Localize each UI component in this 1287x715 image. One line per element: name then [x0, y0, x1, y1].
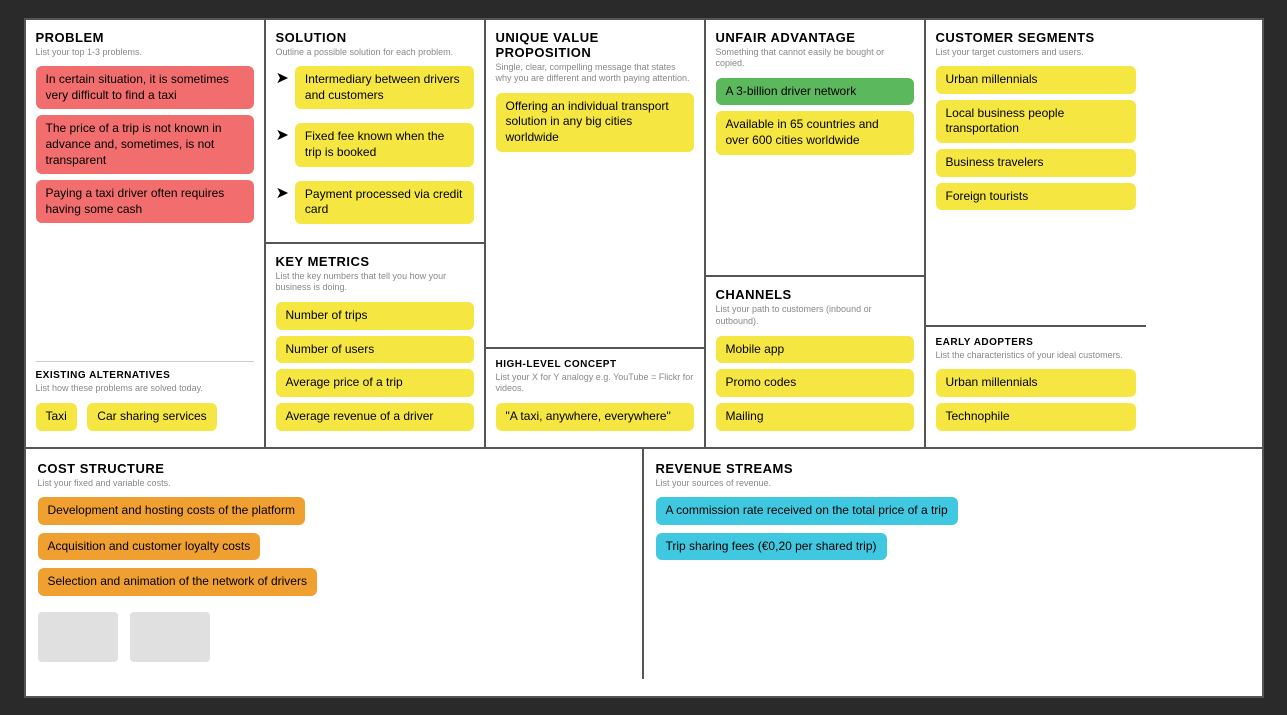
uvp-subtitle: Single, clear, compelling message that s…: [496, 62, 694, 85]
solution-title: SOLUTION: [276, 30, 474, 45]
problem-tag-1: In certain situation, it is sometimes ve…: [36, 66, 254, 109]
revenue-tag-1: A commission rate received on the total …: [656, 497, 958, 525]
revenue-tag-2: Trip sharing fees (€0,20 per shared trip…: [656, 533, 887, 561]
alternative-tag-2: Car sharing services: [87, 403, 216, 431]
uvp-title: UNIQUE VALUE PROPOSITION: [496, 30, 694, 60]
uvp-tag: Offering an individual transport solutio…: [496, 93, 694, 152]
segment-tag-2: Local business people transportation: [936, 100, 1136, 143]
high-level-concept-tag: "A taxi, anywhere, everywhere": [496, 403, 694, 431]
revenue-streams-title: REVENUE STREAMS: [656, 461, 1250, 476]
cost-structure-subtitle: List your fixed and variable costs.: [38, 478, 630, 490]
unfair-title: UNFAIR ADVANTAGE: [716, 30, 914, 45]
channel-tag-1: Mobile app: [716, 336, 914, 364]
segment-tag-4: Foreign tourists: [936, 183, 1136, 211]
high-level-concept-subtitle: List your X for Y analogy e.g. YouTube =…: [496, 372, 694, 395]
channel-tag-3: Mailing: [716, 403, 914, 431]
metric-tag-2: Number of users: [276, 336, 474, 364]
problem-tag-2: The price of a trip is not known in adva…: [36, 115, 254, 174]
problem-tag-3: Paying a taxi driver often requires havi…: [36, 180, 254, 223]
channel-tag-2: Promo codes: [716, 369, 914, 397]
unfair-tag-green: A 3-billion driver network: [716, 78, 914, 106]
key-metrics-subtitle: List the key numbers that tell you how y…: [276, 271, 474, 294]
revenue-streams-cell: REVENUE STREAMS List your sources of rev…: [644, 449, 1262, 679]
channels-subtitle: List your path to customers (inbound or …: [716, 304, 914, 327]
cost-tag-3: Selection and animation of the network o…: [38, 568, 317, 596]
uvp-cell: UNIQUE VALUE PROPOSITION Single, clear, …: [486, 20, 706, 447]
channels-title: CHANNELS: [716, 287, 914, 302]
metric-tag-3: Average price of a trip: [276, 369, 474, 397]
solution-tag-3: Payment processed via credit card: [295, 181, 474, 224]
cost-tag-2: Acquisition and customer loyalty costs: [38, 533, 261, 561]
early-adopter-tag-1: Urban millennials: [936, 369, 1136, 397]
cost-tag-1: Development and hosting costs of the pla…: [38, 497, 305, 525]
metric-tag-4: Average revenue of a driver: [276, 403, 474, 431]
unfair-tag-yellow: Available in 65 countries and over 600 c…: [716, 111, 914, 154]
unfair-subtitle: Something that cannot easily be bought o…: [716, 47, 914, 70]
unfair-advantage-cell: UNFAIR ADVANTAGE Something that cannot e…: [706, 20, 926, 447]
existing-alternatives-title: EXISTING ALTERNATIVES: [36, 370, 254, 381]
arrow-icon-1: ➤: [276, 68, 289, 88]
customer-segments-subtitle: List your target customers and users.: [936, 47, 1136, 59]
arrow-icon-2: ➤: [276, 125, 289, 145]
placeholder-box-2: [130, 612, 210, 662]
solution-subtitle: Outline a possible solution for each pro…: [276, 47, 474, 59]
problem-cell: PROBLEM List your top 1-3 problems. In c…: [26, 20, 266, 447]
problem-title: PROBLEM: [36, 30, 254, 45]
existing-alternatives-subtitle: List how these problems are solved today…: [36, 383, 254, 395]
cost-structure-cell: COST STRUCTURE List your fixed and varia…: [26, 449, 644, 679]
solution-cell: SOLUTION Outline a possible solution for…: [266, 20, 486, 447]
segment-tag-3: Business travelers: [936, 149, 1136, 177]
solution-tag-1: Intermediary between drivers and custome…: [295, 66, 474, 109]
customer-segments-cell: CUSTOMER SEGMENTS List your target custo…: [926, 20, 1146, 447]
solution-item-2: ➤ Fixed fee known when the trip is booke…: [276, 123, 474, 166]
high-level-concept-title: HIGH-LEVEL CONCEPT: [496, 359, 694, 370]
metric-tag-1: Number of trips: [276, 302, 474, 330]
lean-canvas: PROBLEM List your top 1-3 problems. In c…: [24, 18, 1264, 698]
solution-tag-2: Fixed fee known when the trip is booked: [295, 123, 474, 166]
revenue-streams-subtitle: List your sources of revenue.: [656, 478, 1250, 490]
problem-subtitle: List your top 1-3 problems.: [36, 47, 254, 59]
solution-item-3: ➤ Payment processed via credit card: [276, 181, 474, 224]
placeholder-box-1: [38, 612, 118, 662]
early-adopter-tag-2: Technophile: [936, 403, 1136, 431]
key-metrics-title: KEY METRICS: [276, 254, 474, 269]
segment-tag-1: Urban millennials: [936, 66, 1136, 94]
solution-item-1: ➤ Intermediary between drivers and custo…: [276, 66, 474, 109]
cost-structure-title: COST STRUCTURE: [38, 461, 630, 476]
alternative-tag-1: Taxi: [36, 403, 77, 431]
arrow-icon-3: ➤: [276, 183, 289, 203]
early-adopters-subtitle: List the characteristics of your ideal c…: [936, 350, 1136, 362]
early-adopters-title: EARLY ADOPTERS: [936, 337, 1136, 348]
customer-segments-title: CUSTOMER SEGMENTS: [936, 30, 1136, 45]
